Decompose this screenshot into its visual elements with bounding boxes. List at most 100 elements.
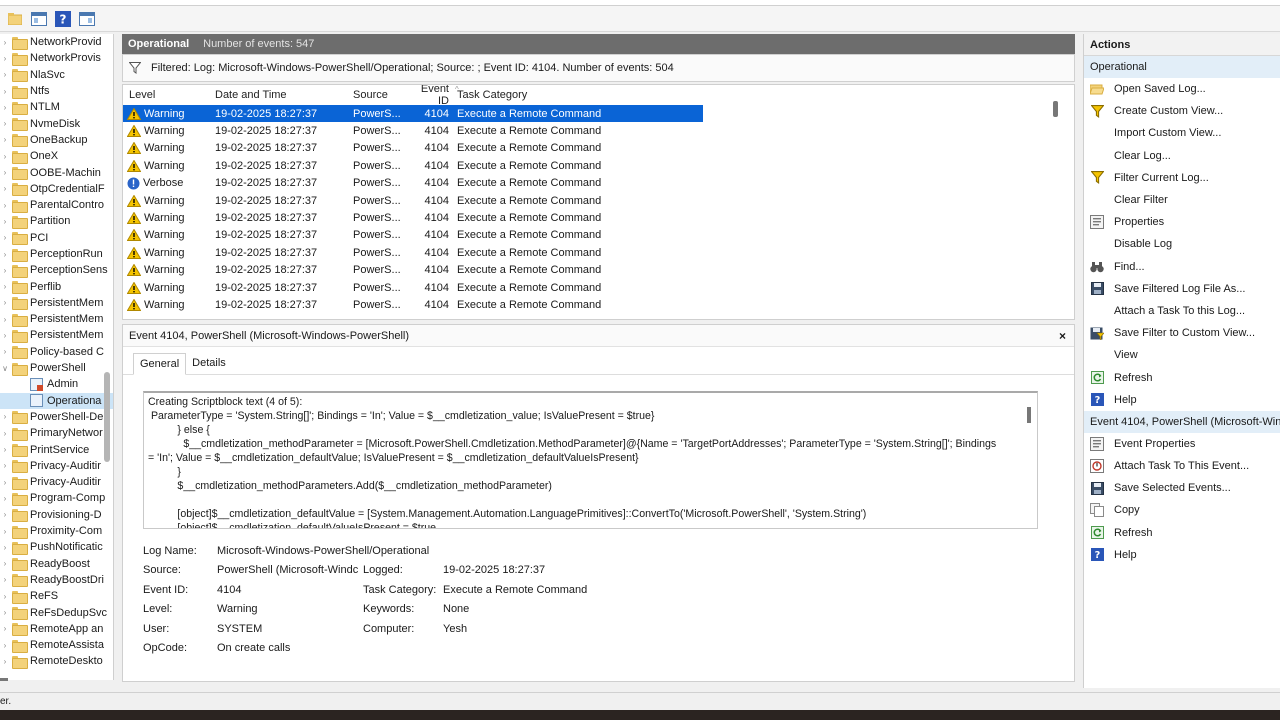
chevron-right-icon[interactable]: › (0, 233, 10, 242)
tree-item[interactable]: › PushNotificatic (0, 539, 113, 555)
tree-item[interactable]: › PowerShell-De (0, 409, 113, 425)
table-row[interactable]: Warning 19-02-2025 18:27:37 PowerS... 4104 E… (123, 157, 703, 174)
chevron-right-icon[interactable]: › (0, 217, 10, 226)
chevron-right-icon[interactable]: › (0, 412, 10, 421)
tree-item[interactable]: › NetworkProvid (0, 34, 113, 50)
action-item[interactable]: ? Help (1084, 389, 1280, 411)
close-icon[interactable]: × (1059, 329, 1066, 343)
action-item[interactable]: Attach Task To This Event... (1084, 455, 1280, 477)
tree-item[interactable]: › Ntfs (0, 83, 113, 99)
folder-icon[interactable] (6, 10, 24, 28)
table-row[interactable]: Warning 19-02-2025 18:27:37 PowerS... 4104 E… (123, 227, 703, 244)
action-item[interactable]: ? Help (1084, 544, 1280, 566)
table-row[interactable]: Warning 19-02-2025 18:27:37 PowerS... 4104 E… (123, 279, 703, 296)
chevron-right-icon[interactable]: › (0, 429, 10, 438)
tree-item[interactable]: › OneX (0, 148, 113, 164)
script-text[interactable]: Creating Scriptblock text (4 of 5): Para… (143, 391, 1038, 529)
tree-item[interactable]: › NvmeDisk (0, 115, 113, 132)
table-row[interactable]: Warning 19-02-2025 18:27:37 PowerS... 4104 E… (123, 140, 703, 157)
chevron-right-icon[interactable]: › (0, 494, 10, 503)
tab-details[interactable]: Details (186, 353, 232, 374)
tree-item[interactable]: Admin (0, 376, 113, 392)
tree-item[interactable]: › NTLM (0, 99, 113, 115)
tree-item[interactable]: Operationa (0, 392, 113, 409)
action-item[interactable]: View (1084, 344, 1280, 366)
action-pane-icon[interactable] (78, 10, 96, 28)
tree-item[interactable]: › PerceptionSens (0, 262, 113, 278)
chevron-right-icon[interactable]: › (0, 347, 10, 356)
tree-item[interactable]: › Privacy-Auditir (0, 458, 113, 474)
table-row[interactable]: Warning 19-02-2025 18:27:37 PowerS... 4104 E… (123, 192, 703, 209)
tree-item[interactable]: › Program-Comp (0, 490, 113, 506)
tree-item[interactable]: › OneBackup (0, 132, 113, 148)
chevron-right-icon[interactable]: › (0, 331, 10, 340)
chevron-right-icon[interactable]: › (0, 624, 10, 633)
col-level[interactable]: Level (123, 89, 215, 101)
table-row[interactable]: Warning 19-02-2025 18:27:37 PowerS... 4104 E… (123, 296, 703, 313)
action-item[interactable]: Save Selected Events... (1084, 477, 1280, 499)
actions-section-log[interactable]: Operational (1084, 56, 1280, 78)
tree-item[interactable]: › ReFS (0, 588, 113, 604)
chevron-right-icon[interactable]: › (0, 608, 10, 617)
tree-item[interactable]: › PerceptionRun (0, 246, 113, 262)
tree-item[interactable]: › NlaSvc (0, 67, 113, 83)
chevron-right-icon[interactable]: › (0, 70, 10, 79)
chevron-right-icon[interactable]: › (0, 250, 10, 259)
action-item[interactable]: Properties (1084, 211, 1280, 233)
tree-item[interactable]: › Privacy-Auditir (0, 474, 113, 490)
chevron-right-icon[interactable]: › (0, 282, 10, 291)
tree-item[interactable]: › PCI (0, 230, 113, 246)
tree-item[interactable]: ∨ PowerShell (0, 360, 113, 376)
chevron-right-icon[interactable]: › (0, 641, 10, 650)
chevron-right-icon[interactable]: › (0, 575, 10, 584)
tree-item[interactable]: › ReadyBoost (0, 556, 113, 572)
table-row[interactable]: Warning 19-02-2025 18:27:37 PowerS... 4104 E… (123, 244, 703, 261)
chevron-right-icon[interactable]: › (0, 87, 10, 96)
tree-item[interactable]: › PrimaryNetwor (0, 425, 113, 441)
tree-hscrollbar[interactable] (0, 678, 8, 681)
table-row[interactable]: Warning 19-02-2025 18:27:37 PowerS... 4104 E… (123, 209, 703, 226)
chevron-right-icon[interactable]: › (0, 266, 10, 275)
action-item[interactable]: Open Saved Log... (1084, 78, 1280, 100)
action-item[interactable]: Disable Log (1084, 233, 1280, 255)
action-item[interactable]: Clear Log... (1084, 145, 1280, 167)
chevron-right-icon[interactable]: › (0, 510, 10, 519)
chevron-right-icon[interactable]: › (0, 38, 10, 47)
action-item[interactable]: Refresh (1084, 366, 1280, 388)
tree-item[interactable]: › Perflib (0, 278, 113, 295)
tree-item[interactable]: › NetworkProvis (0, 50, 113, 66)
tree-item[interactable]: › RemoteAssista (0, 637, 113, 653)
chevron-right-icon[interactable]: › (0, 54, 10, 63)
help-icon[interactable]: ? (54, 10, 72, 28)
action-item[interactable]: Find... (1084, 256, 1280, 278)
chevron-right-icon[interactable]: › (0, 543, 10, 552)
chevron-right-icon[interactable]: › (0, 152, 10, 161)
table-row[interactable]: Warning 19-02-2025 18:27:37 PowerS... 4104 E… (123, 262, 703, 279)
action-item[interactable]: Import Custom View... (1084, 122, 1280, 144)
action-item[interactable]: Clear Filter (1084, 189, 1280, 211)
chevron-right-icon[interactable]: › (0, 657, 10, 666)
tree-item[interactable]: › OtpCredentialF (0, 181, 113, 197)
col-date[interactable]: Date and Time (215, 89, 353, 101)
tree-item[interactable]: › ParentalContro (0, 197, 113, 213)
tree-item[interactable]: › PersistentMem (0, 311, 113, 327)
action-item[interactable]: Save Filter to Custom View... (1084, 322, 1280, 344)
chevron-right-icon[interactable]: › (0, 135, 10, 144)
tree-item[interactable]: › ReFsDedupSvc (0, 604, 113, 621)
tree-item[interactable]: › PersistentMem (0, 327, 113, 343)
chevron-right-icon[interactable]: › (0, 103, 10, 112)
action-item[interactable]: Event Properties (1084, 433, 1280, 455)
action-item[interactable]: Attach a Task To this Log... (1084, 300, 1280, 322)
tree-item[interactable]: › PrintService (0, 441, 113, 458)
actions-section-event[interactable]: Event 4104, PowerShell (Microsoft-Wind (1084, 410, 1280, 433)
tree-item[interactable]: › PersistentMem (0, 295, 113, 311)
col-source[interactable]: Source (353, 89, 413, 101)
chevron-right-icon[interactable]: › (0, 298, 10, 307)
tree-item[interactable]: › ReadyBoostDri (0, 572, 113, 588)
action-item[interactable]: Refresh (1084, 522, 1280, 544)
chevron-right-icon[interactable]: › (0, 119, 10, 128)
tab-general[interactable]: General (133, 353, 187, 375)
col-task[interactable]: Task Category (457, 89, 693, 101)
events-scrollbar[interactable] (1053, 101, 1058, 117)
chevron-down-icon[interactable]: ∨ (0, 364, 10, 373)
